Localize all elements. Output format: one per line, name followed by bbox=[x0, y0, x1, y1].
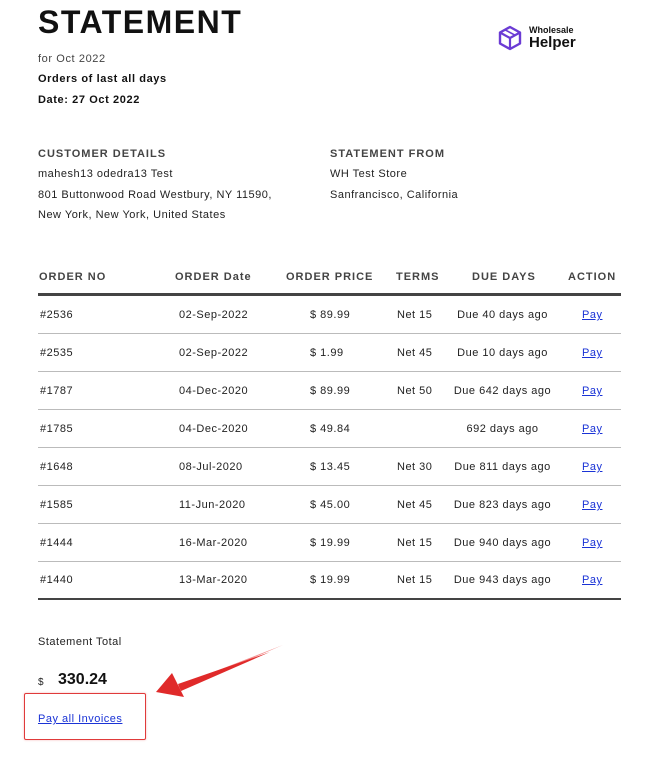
store-city: Sanfrancisco, California bbox=[330, 189, 459, 201]
due-days: Due 811 days ago bbox=[454, 461, 551, 473]
header-action: ACTION bbox=[568, 271, 617, 283]
order-no: #1648 bbox=[40, 461, 74, 473]
header-due-days: DUE DAYS bbox=[472, 271, 536, 283]
table-row: #1444 16-Mar-2020 $ 19.99 Net 15 Due 940… bbox=[38, 524, 621, 562]
statement-title: STATEMENT bbox=[38, 4, 243, 40]
order-terms: Net 15 bbox=[397, 537, 433, 549]
table-row: #1648 08-Jul-2020 $ 13.45 Net 30 Due 811… bbox=[38, 448, 621, 486]
due-days: Due 642 days ago bbox=[453, 385, 552, 397]
statement-from-heading: STATEMENT FROM bbox=[330, 148, 446, 160]
orders-scope: Orders of last all days bbox=[38, 73, 167, 85]
table-row: #1785 04-Dec-2020 $ 49.84 692 days ago P… bbox=[38, 410, 621, 448]
order-terms: Net 50 bbox=[397, 385, 433, 397]
total-amount: 330.24 bbox=[58, 671, 107, 688]
cube-icon bbox=[497, 25, 523, 51]
order-no: #2536 bbox=[40, 309, 74, 321]
order-price: $ 19.99 bbox=[310, 537, 351, 549]
customer-address-line2: New York, New York, United States bbox=[38, 209, 226, 221]
order-price: $ 19.99 bbox=[310, 574, 351, 586]
order-price: $ 45.00 bbox=[310, 499, 351, 511]
order-no: #1787 bbox=[40, 385, 74, 397]
order-terms: Net 45 bbox=[397, 499, 433, 511]
order-no: #1444 bbox=[40, 537, 74, 549]
table-row: #1585 11-Jun-2020 $ 45.00 Net 45 Due 823… bbox=[38, 486, 621, 524]
store-name: WH Test Store bbox=[330, 168, 408, 180]
order-date: 16-Mar-2020 bbox=[179, 537, 248, 549]
table-row: #1787 04-Dec-2020 $ 89.99 Net 50 Due 642… bbox=[38, 372, 621, 410]
order-price: $ 89.99 bbox=[310, 309, 351, 321]
order-date: 13-Mar-2020 bbox=[179, 574, 248, 586]
order-no: #1785 bbox=[40, 423, 74, 435]
order-terms: Net 45 bbox=[397, 347, 433, 359]
customer-details-heading: CUSTOMER DETAILS bbox=[38, 148, 167, 160]
due-days: Due 40 days ago bbox=[457, 309, 548, 321]
order-date: 02-Sep-2022 bbox=[179, 347, 249, 359]
order-no: #2535 bbox=[40, 347, 74, 359]
order-date: 02-Sep-2022 bbox=[179, 309, 249, 321]
pay-link[interactable]: Pay bbox=[582, 574, 602, 586]
table-row: #1440 13-Mar-2020 $ 19.99 Net 15 Due 943… bbox=[38, 561, 621, 600]
header-order-price: ORDER PRICE bbox=[286, 271, 374, 283]
due-days: Due 943 days ago bbox=[453, 574, 552, 586]
pay-link[interactable]: Pay bbox=[582, 461, 602, 473]
order-no: #1585 bbox=[40, 499, 74, 511]
order-price: $ 13.45 bbox=[310, 461, 351, 473]
pay-link[interactable]: Pay bbox=[582, 347, 602, 359]
order-terms: Net 15 bbox=[397, 309, 433, 321]
order-price: $ 1.99 bbox=[310, 347, 344, 359]
order-date: 04-Dec-2020 bbox=[179, 423, 249, 435]
customer-name: mahesh13 odedra13 Test bbox=[38, 168, 173, 180]
table-row: #2536 02-Sep-2022 $ 89.99 Net 15 Due 40 … bbox=[38, 296, 621, 334]
order-terms: Net 15 bbox=[397, 574, 433, 586]
due-days: 692 days ago bbox=[466, 423, 539, 435]
customer-address-line1: 801 Buttonwood Road Westbury, NY 11590, bbox=[38, 189, 272, 201]
order-price: $ 89.99 bbox=[310, 385, 351, 397]
order-date: 08-Jul-2020 bbox=[179, 461, 243, 473]
order-terms: Net 30 bbox=[397, 461, 433, 473]
order-date: 11-Jun-2020 bbox=[179, 499, 246, 511]
header-terms: TERMS bbox=[396, 271, 440, 283]
wholesale-helper-logo: Wholesale Helper bbox=[497, 25, 576, 51]
table-row: #2535 02-Sep-2022 $ 1.99 Net 45 Due 10 d… bbox=[38, 334, 621, 372]
due-days: Due 10 days ago bbox=[457, 347, 548, 359]
logo-text-big: Helper bbox=[529, 34, 576, 51]
pay-link[interactable]: Pay bbox=[582, 309, 602, 321]
pay-link[interactable]: Pay bbox=[582, 423, 602, 435]
pay-link[interactable]: Pay bbox=[582, 537, 602, 549]
header-order-date: ORDER Date bbox=[175, 271, 252, 283]
order-date: 04-Dec-2020 bbox=[179, 385, 249, 397]
pay-all-invoices-link[interactable]: Pay all Invoices bbox=[38, 713, 122, 725]
statement-date: Date: 27 Oct 2022 bbox=[38, 94, 140, 106]
due-days: Due 823 days ago bbox=[453, 499, 552, 511]
pay-link[interactable]: Pay bbox=[582, 499, 602, 511]
order-no: #1440 bbox=[40, 574, 74, 586]
header-order-no: ORDER NO bbox=[39, 271, 107, 283]
pay-link[interactable]: Pay bbox=[582, 385, 602, 397]
order-price: $ 49.84 bbox=[310, 423, 351, 435]
total-currency: $ bbox=[38, 677, 44, 688]
statement-period: for Oct 2022 bbox=[38, 53, 106, 65]
due-days: Due 940 days ago bbox=[453, 537, 552, 549]
statement-total-label: Statement Total bbox=[38, 636, 122, 648]
